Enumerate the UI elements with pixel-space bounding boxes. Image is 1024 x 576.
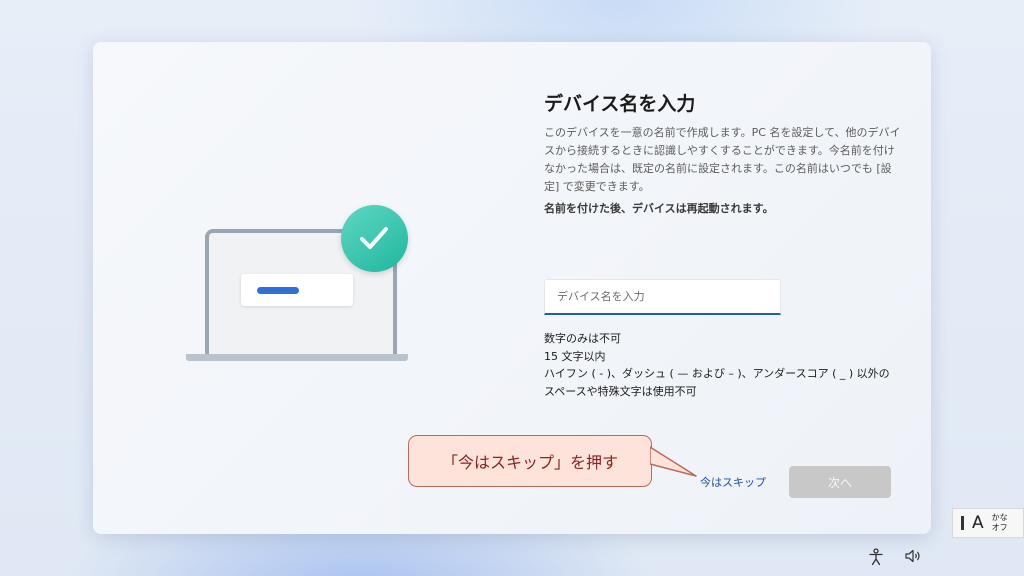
accessibility-icon[interactable] bbox=[868, 548, 884, 566]
rule-item: 数字のみは不可 bbox=[544, 332, 621, 345]
illustration-dialog-bar bbox=[257, 287, 299, 294]
ime-kana-status: かな オフ bbox=[992, 513, 1008, 533]
ime-kana-line: オフ bbox=[991, 523, 1008, 532]
rule-item: 15 文字以内 bbox=[544, 349, 606, 363]
next-button[interactable]: 次へ bbox=[789, 466, 891, 498]
callout-pointer bbox=[650, 446, 697, 477]
annotation-callout: 「今はスキップ」を押す bbox=[408, 435, 652, 487]
page-description: このデバイスを一意の名前で作成します。PC 名を設定して、他のデバイスから接続す… bbox=[544, 126, 901, 193]
restart-note: 名前を付けた後、デバイスは再起動されます。 bbox=[544, 202, 774, 215]
ime-mode-char: A bbox=[972, 513, 984, 533]
illustration-dialog-card bbox=[241, 274, 353, 306]
checkmark-icon bbox=[341, 205, 408, 272]
ime-caret-icon bbox=[961, 516, 964, 530]
ime-indicator[interactable]: A かな オフ bbox=[952, 508, 1024, 538]
skip-link[interactable]: 今はスキップ bbox=[700, 474, 766, 490]
rule-item: ハイフン ( - )、ダッシュ ( — および – )、アンダースコア ( _ … bbox=[544, 367, 890, 380]
ime-kana-line: かな bbox=[991, 513, 1008, 522]
naming-rules: 数字のみは不可 15 文字以内 ハイフン ( - )、ダッシュ ( — および … bbox=[544, 330, 890, 400]
laptop-base bbox=[186, 354, 408, 361]
device-name-input[interactable] bbox=[544, 279, 781, 315]
page-title: デバイス名を入力 bbox=[544, 93, 696, 115]
volume-icon[interactable] bbox=[904, 548, 922, 564]
rule-item: スペースや特殊文字は使用不可 bbox=[544, 384, 697, 398]
